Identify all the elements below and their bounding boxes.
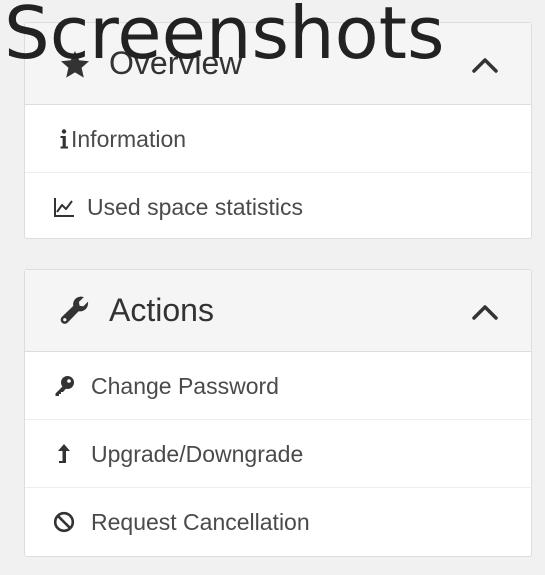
key-icon [55,376,74,396]
menu-item-request-cancellation[interactable]: Request Cancellation [25,488,531,556]
menu-item-information[interactable]: Information [25,105,531,173]
wrench-icon [60,296,89,324]
menu-item-change-password[interactable]: Change Password [25,352,531,420]
menu-item-label: Request Cancellation [91,509,310,535]
menu-item-label: Upgrade/Downgrade [91,441,304,467]
chevron-up-icon[interactable] [469,296,501,328]
ban-icon [53,511,75,533]
overview-panel-heading[interactable]: Overview [25,23,531,105]
menu-item-upgrade-downgrade[interactable]: Upgrade/Downgrade [25,420,531,488]
actions-panel-title: Actions [109,292,214,328]
menu-item-label: Used space statistics [87,194,304,220]
line-chart-icon [54,198,74,217]
star-icon [61,51,89,78]
overview-panel-title: Overview [109,45,243,81]
menu-item-used-space-statistics[interactable]: Used space statistics [25,173,531,241]
actions-panel: Actions Change Password Upgrade/Downgrad… [24,269,532,557]
menu-item-label: Change Password [91,373,279,399]
chevron-up-icon[interactable] [469,49,501,81]
overview-panel: Overview Information Used space statisti… [24,22,532,239]
level-up-icon [58,444,70,463]
menu-item-label: Information [71,126,187,152]
actions-panel-heading[interactable]: Actions [25,270,531,352]
